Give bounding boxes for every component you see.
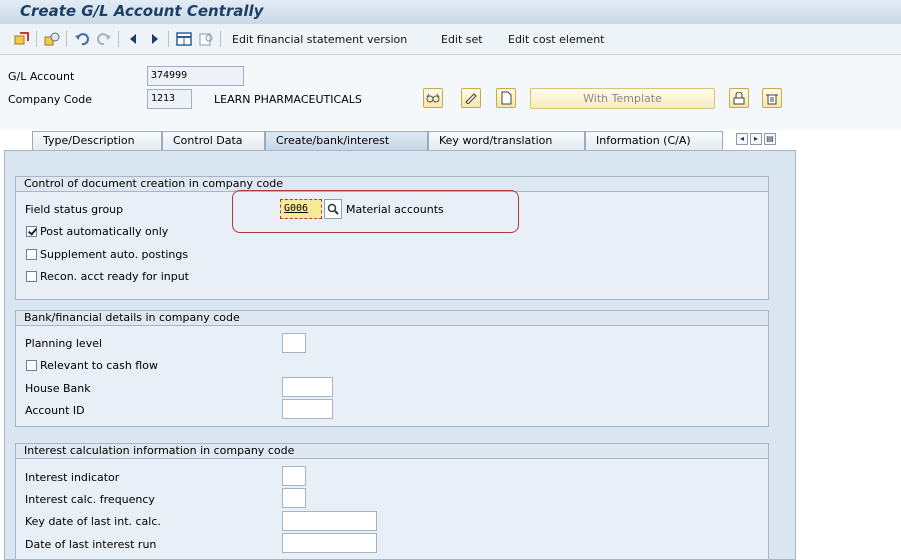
with-template-label: With Template	[583, 92, 662, 105]
tab-list-icon[interactable]: ▤	[764, 133, 776, 145]
with-template-button[interactable]: With Template	[530, 88, 715, 109]
planning-level-label: Planning level	[25, 337, 103, 350]
supplement-auto-postings-label: Supplement auto. postings	[40, 248, 189, 261]
group-interest-title: Interest calculation information in comp…	[16, 444, 768, 459]
tab-key-word-translation[interactable]: Key word/translation	[428, 131, 585, 150]
glasses-icon[interactable]	[423, 88, 443, 108]
interest-frequency-label: Interest calc. frequency	[25, 493, 155, 506]
key-date-input[interactable]	[282, 511, 377, 531]
undo-icon[interactable]	[74, 31, 90, 47]
recon-acct-checkbox[interactable]	[26, 271, 37, 282]
account-id-label: Account ID	[25, 404, 85, 417]
group-bank-title: Bank/financial details in company code	[16, 311, 768, 326]
edit-cost-element-button[interactable]: Edit cost element	[508, 33, 604, 46]
title-bar: Create G/L Account Centrally	[0, 0, 901, 24]
key-date-label: Key date of last int. calc.	[25, 515, 161, 528]
tab-type-description[interactable]: Type/Description	[32, 131, 162, 150]
tab-create-bank-interest[interactable]: Create/bank/interest	[265, 131, 428, 150]
tab-information-ca[interactable]: Information (C/A)	[585, 131, 723, 150]
redo-icon[interactable]	[96, 31, 112, 47]
gl-account-field[interactable]: 374999	[147, 66, 244, 86]
tab-scroll-left-icon[interactable]: ◂	[736, 133, 748, 145]
last-interest-run-label: Date of last interest run	[25, 538, 157, 551]
delete-icon[interactable]	[762, 88, 782, 108]
relevant-cash-flow-checkbox[interactable]	[26, 360, 37, 371]
window-title: Create G/L Account Centrally	[20, 2, 264, 20]
interest-indicator-label: Interest indicator	[25, 471, 120, 484]
post-automatically-label: Post automatically only	[40, 225, 169, 238]
tab-control-data[interactable]: Control Data	[162, 131, 265, 150]
pencil-icon[interactable]	[461, 88, 481, 108]
house-bank-input[interactable]	[282, 377, 333, 397]
edit-set-button[interactable]: Edit set	[441, 33, 483, 46]
account-id-input[interactable]	[282, 399, 333, 419]
next-icon[interactable]	[146, 31, 162, 47]
previous-icon[interactable]	[126, 31, 142, 47]
recon-acct-label: Recon. acct ready for input	[40, 270, 189, 283]
application-toolbar: Edit financial statement version Edit se…	[0, 24, 901, 55]
display-change-icon[interactable]	[14, 31, 30, 47]
interest-indicator-input[interactable]	[282, 466, 306, 486]
tab-scroll-right-icon[interactable]: ▸	[750, 133, 762, 145]
company-code-label: Company Code	[8, 93, 92, 106]
highlight-annotation	[232, 190, 519, 233]
edit-fs-version-button[interactable]: Edit financial statement version	[232, 33, 407, 46]
lock-icon[interactable]	[729, 88, 749, 108]
gl-account-label: G/L Account	[8, 70, 75, 83]
post-automatically-checkbox[interactable]	[26, 226, 37, 237]
other-object-icon[interactable]	[44, 31, 60, 47]
document-icon[interactable]	[496, 88, 516, 108]
company-code-field[interactable]: 1213	[147, 89, 192, 109]
print-preview-icon[interactable]	[198, 31, 214, 47]
house-bank-label: House Bank	[25, 382, 91, 395]
interest-frequency-input[interactable]	[282, 488, 306, 508]
planning-level-input[interactable]	[282, 333, 306, 353]
relevant-cash-flow-label: Relevant to cash flow	[40, 359, 158, 372]
table-icon[interactable]	[176, 31, 192, 47]
field-status-group-label: Field status group	[25, 203, 124, 216]
supplement-auto-postings-checkbox[interactable]	[26, 249, 37, 260]
company-name: LEARN PHARMACEUTICALS	[214, 93, 362, 106]
last-interest-run-input[interactable]	[282, 533, 377, 553]
